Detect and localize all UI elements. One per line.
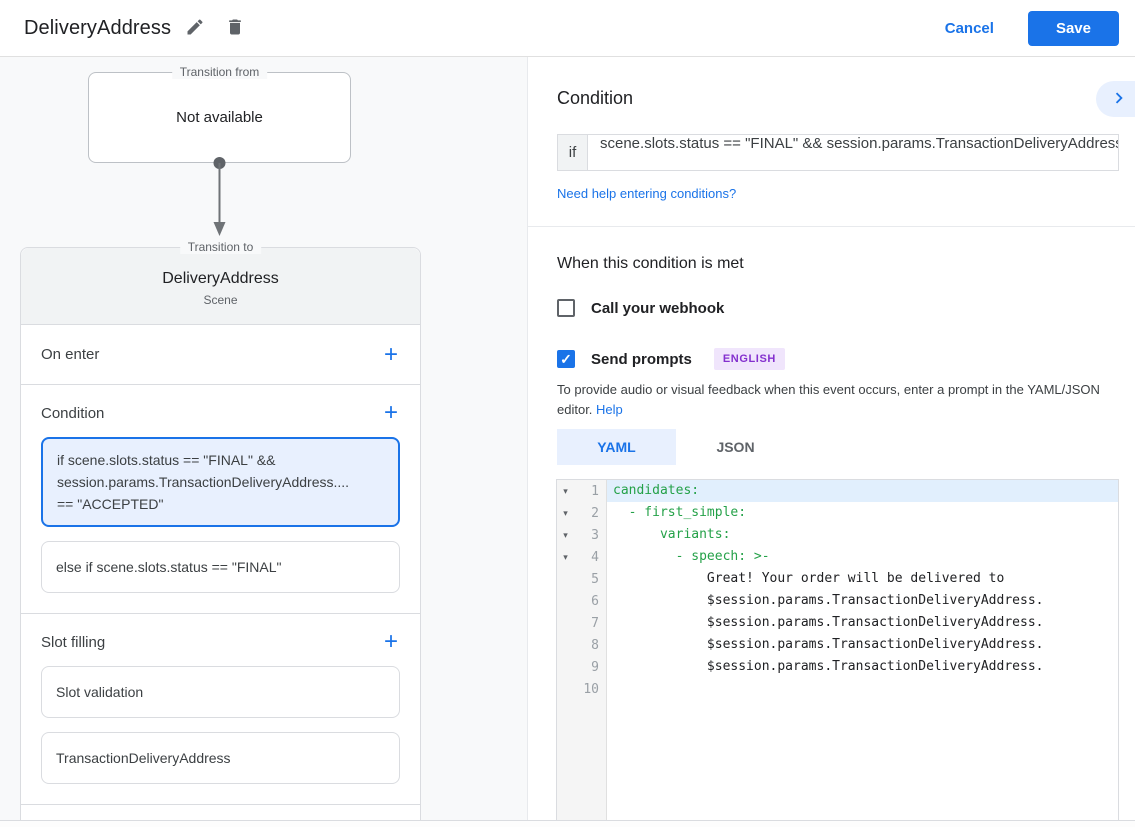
condition-item-else[interactable]: else if scene.slots.status == "FINAL" (41, 541, 400, 593)
condition-item-selected[interactable]: if scene.slots.status == "FINAL" && sess… (41, 437, 400, 527)
transition-to-label: Transition to (180, 240, 262, 254)
call-webhook-row[interactable]: Call your webhook (557, 299, 724, 317)
editor-gutter-row: 5 (557, 568, 606, 590)
tab-json[interactable]: JSON (676, 429, 795, 465)
if-prefix: if (557, 134, 587, 171)
prompt-help-link[interactable]: Help (596, 402, 623, 417)
add-on-enter-button[interactable]: + (382, 345, 400, 365)
line-number: 4 (574, 550, 606, 565)
page-title: DeliveryAddress (24, 17, 171, 40)
section-slot-filling: Slot filling + Slot validation Transacti… (21, 613, 420, 804)
section-custom-intent: Custom intent handling + (21, 804, 420, 820)
editor-gutter-row: 7 (557, 612, 606, 634)
conditions-help-link[interactable]: Need help entering conditions? (557, 186, 736, 201)
scene-editor-window: DeliveryAddress Cancel Save Transition f… (0, 0, 1135, 827)
code-line-10[interactable] (607, 678, 1118, 700)
line-number: 5 (574, 572, 606, 587)
call-webhook-checkbox[interactable] (557, 299, 575, 317)
trash-icon (225, 17, 245, 40)
slot-item-transaction-delivery-address[interactable]: TransactionDeliveryAddress (41, 732, 400, 784)
fold-arrow-icon[interactable]: ▾ (557, 552, 574, 563)
edit-scene-button[interactable] (179, 11, 211, 46)
call-webhook-label: Call your webhook (591, 300, 724, 317)
code-line-4[interactable]: - speech: >- (607, 546, 1118, 568)
send-prompts-checkbox[interactable]: ✓ (557, 350, 575, 368)
chevron-right-icon (1108, 87, 1130, 112)
collapse-panel-button[interactable] (1096, 81, 1135, 117)
line-number: 6 (574, 594, 606, 609)
transition-from-value: Not available (176, 109, 263, 126)
scene-type: Scene (203, 293, 237, 307)
condition-detail-panel: Condition if scene.slots.status == "FINA… (527, 57, 1135, 820)
editor-gutter-row: ▾3 (557, 524, 606, 546)
slot-item-validation[interactable]: Slot validation (41, 666, 400, 718)
on-enter-title: On enter (41, 346, 99, 363)
content-area: Transition from Not available Transition… (0, 57, 1135, 820)
condition-section-title: Condition (41, 405, 104, 422)
editor-gutter-row: 8 (557, 634, 606, 656)
save-button[interactable]: Save (1028, 11, 1119, 46)
code-line-2[interactable]: - first_simple: (607, 502, 1118, 524)
transition-from-label: Transition from (172, 65, 268, 79)
code-line-7[interactable]: $session.params.TransactionDeliveryAddre… (607, 612, 1118, 634)
code-line-1[interactable]: candidates: (607, 480, 1118, 502)
send-prompts-label: Send prompts (591, 351, 692, 368)
pencil-icon (185, 17, 205, 40)
editor-format-tabs: YAML JSON (557, 429, 795, 465)
line-number: 2 (574, 506, 606, 521)
panel-divider (528, 226, 1135, 227)
slot-filling-title: Slot filling (41, 634, 105, 651)
condition-expression-input[interactable]: scene.slots.status == "FINAL" && session… (587, 134, 1119, 171)
editor-gutter-row: 6 (557, 590, 606, 612)
editor-gutter-row: ▾1 (557, 480, 606, 502)
line-number: 1 (574, 484, 606, 499)
delete-scene-button[interactable] (219, 11, 251, 46)
scene-name: DeliveryAddress (162, 270, 278, 288)
line-number: 9 (574, 660, 606, 675)
scene-card: Transition to DeliveryAddress Scene On e… (20, 247, 421, 820)
editor-gutter-row: 10 (557, 678, 606, 700)
line-number: 7 (574, 616, 606, 631)
condition-panel-title: Condition (557, 88, 633, 109)
when-condition-met-title: When this condition is met (557, 255, 744, 273)
code-line-6[interactable]: $session.params.TransactionDeliveryAddre… (607, 590, 1118, 612)
prompt-description: To provide audio or visual feedback when… (557, 380, 1123, 420)
line-number: 8 (574, 638, 606, 653)
flow-arrow-icon (212, 155, 227, 246)
cancel-button[interactable]: Cancel (929, 12, 1010, 45)
section-on-enter: On enter + (21, 324, 420, 384)
transition-from-box: Transition from Not available (88, 72, 351, 163)
page-bottom-edge (0, 820, 1135, 827)
editor-gutter-row: ▾2 (557, 502, 606, 524)
line-number: 10 (574, 682, 606, 697)
condition-expression-row: if scene.slots.status == "FINAL" && sess… (557, 134, 1119, 171)
tab-yaml[interactable]: YAML (557, 429, 676, 465)
editor-gutter: ▾1▾2▾3▾45678910 (557, 480, 607, 820)
top-bar: DeliveryAddress Cancel Save (0, 0, 1135, 57)
fold-arrow-icon[interactable]: ▾ (557, 508, 574, 519)
language-badge: ENGLISH (714, 348, 785, 370)
editor-code-area[interactable]: candidates: - first_simple: variants: - … (607, 480, 1118, 820)
scene-card-header[interactable]: DeliveryAddress Scene (21, 248, 420, 324)
code-line-9[interactable]: $session.params.TransactionDeliveryAddre… (607, 656, 1118, 678)
yaml-editor: ▾1▾2▾3▾45678910 candidates: - first_simp… (556, 479, 1119, 820)
fold-arrow-icon[interactable]: ▾ (557, 530, 574, 541)
editor-gutter-row: ▾4 (557, 546, 606, 568)
code-line-5[interactable]: Great! Your order will be delivered to (607, 568, 1118, 590)
line-number: 3 (574, 528, 606, 543)
add-condition-button[interactable]: + (382, 403, 400, 423)
fold-arrow-icon[interactable]: ▾ (557, 486, 574, 497)
add-slot-button[interactable]: + (382, 632, 400, 652)
prompt-description-text: To provide audio or visual feedback when… (557, 382, 1100, 417)
editor-gutter-row: 9 (557, 656, 606, 678)
send-prompts-row[interactable]: ✓ Send prompts ENGLISH (557, 348, 785, 370)
section-condition: Condition + if scene.slots.status == "FI… (21, 384, 420, 613)
scene-flow-panel: Transition from Not available Transition… (0, 57, 527, 820)
code-line-3[interactable]: variants: (607, 524, 1118, 546)
code-line-8[interactable]: $session.params.TransactionDeliveryAddre… (607, 634, 1118, 656)
